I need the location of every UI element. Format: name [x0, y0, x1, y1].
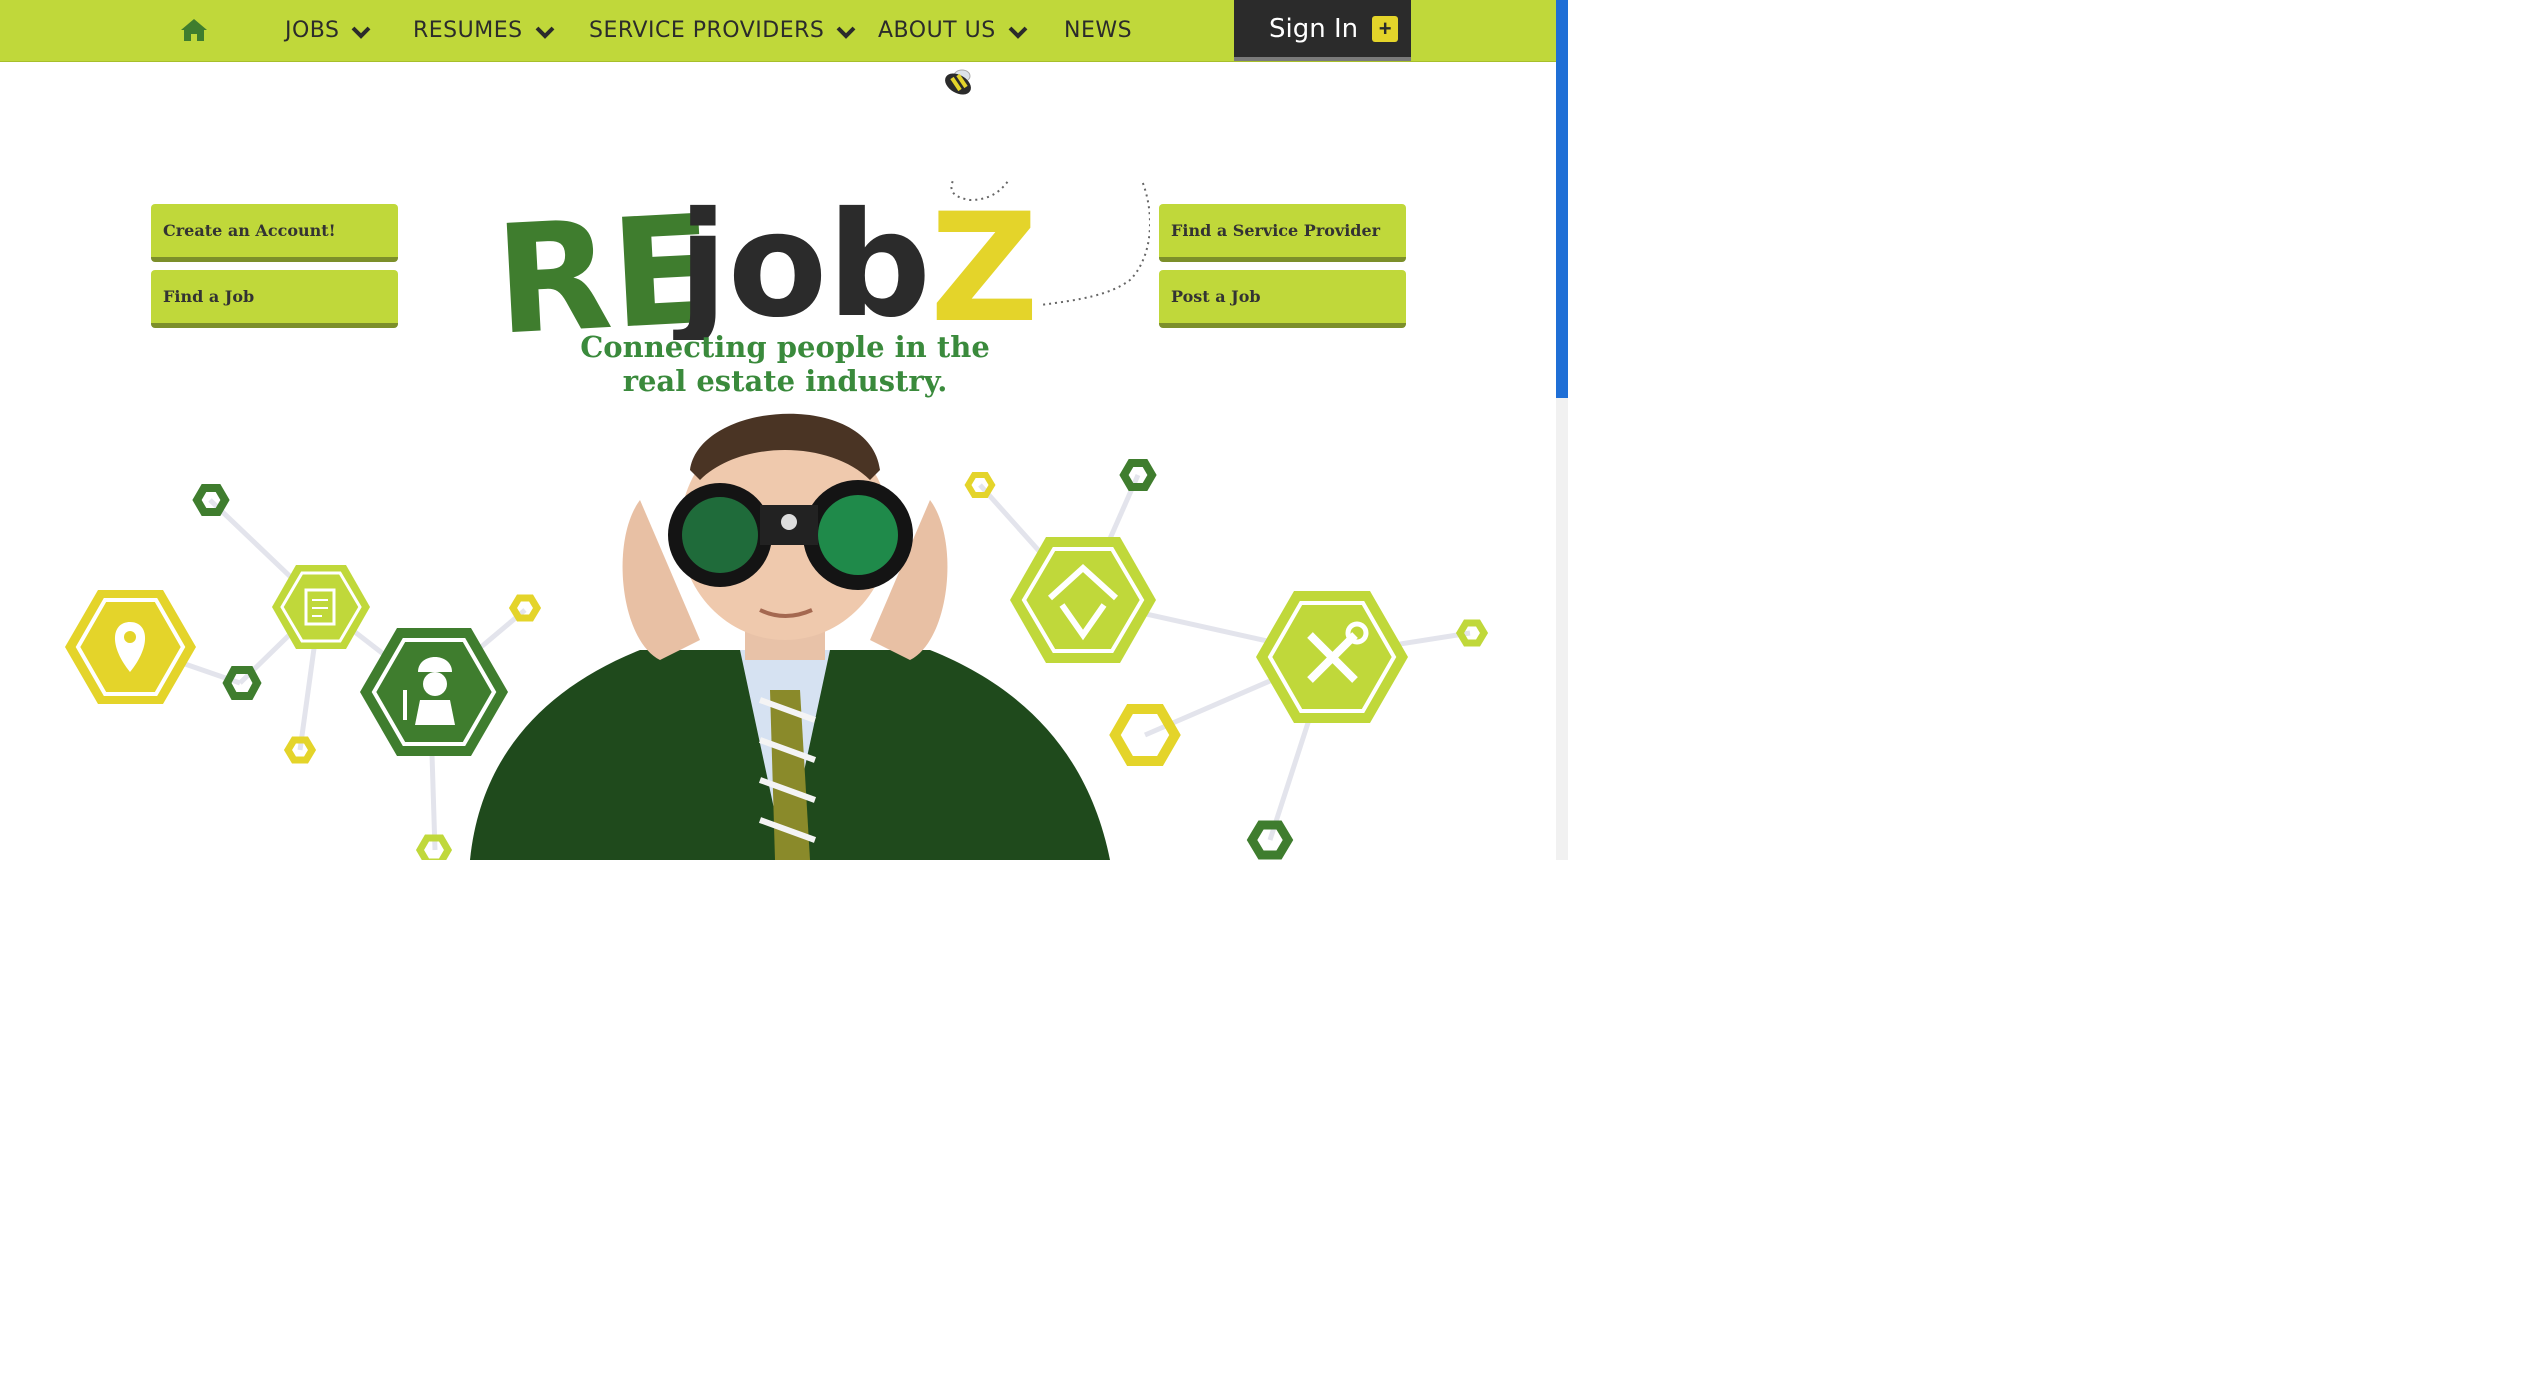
nav-about-us-label: ABOUT US — [878, 18, 996, 43]
man-with-binoculars — [470, 413, 1110, 860]
chevron-down-icon — [1008, 26, 1028, 39]
nav-jobs[interactable]: JOBS — [285, 0, 371, 61]
find-service-provider-button[interactable]: Find a Service Provider — [1159, 204, 1406, 262]
location-pin-icon — [65, 590, 196, 704]
logo-job-text: job — [673, 181, 931, 340]
nav-resumes[interactable]: RESUMES — [413, 0, 555, 61]
nav-about-us[interactable]: ABOUT US — [878, 0, 1028, 61]
create-account-button[interactable]: Create an Account! — [151, 204, 398, 262]
nav-news[interactable]: NEWS — [1064, 0, 1132, 61]
bee-icon — [940, 66, 980, 105]
top-navigation: JOBS RESUMES SERVICE PROVIDERS ABOUT US … — [0, 0, 1556, 62]
tools-icon — [1256, 591, 1408, 723]
scrollbar[interactable] — [1556, 0, 1568, 860]
nav-service-providers-label: SERVICE PROVIDERS — [589, 18, 825, 43]
nav-resumes-label: RESUMES — [413, 18, 523, 43]
tagline-line-2: real estate industry. — [622, 364, 948, 398]
scrollbar-thumb[interactable] — [1556, 0, 1568, 398]
nav-jobs-label: JOBS — [285, 18, 340, 43]
sign-in-label: Sign In — [1269, 13, 1359, 44]
house-icon — [1010, 537, 1156, 663]
home-icon[interactable] — [180, 18, 208, 47]
chevron-down-icon — [352, 26, 371, 39]
find-service-provider-label: Find a Service Provider — [1171, 221, 1381, 240]
construction-worker-icon — [360, 628, 508, 756]
post-job-label: Post a Job — [1171, 287, 1261, 306]
rejobz-logo[interactable]: RE job Z — [490, 84, 1151, 369]
find-job-button[interactable]: Find a Job — [151, 270, 398, 328]
find-job-label: Find a Job — [163, 287, 255, 306]
nav-news-label: NEWS — [1064, 18, 1133, 43]
nav-service-providers[interactable]: SERVICE PROVIDERS — [589, 0, 856, 61]
create-account-label: Create an Account! — [163, 221, 336, 240]
logo-z-text: Z — [930, 182, 1039, 340]
tagline-line-1: Connecting people in the — [580, 330, 990, 364]
chevron-down-icon — [836, 26, 856, 39]
tagline: Connecting people in the real estate ind… — [560, 330, 1010, 398]
sign-in-button[interactable]: Sign In + — [1234, 0, 1411, 61]
hero-illustration — [65, 413, 1489, 860]
chevron-down-icon — [535, 26, 555, 39]
post-job-button[interactable]: Post a Job — [1159, 270, 1406, 328]
plus-icon: + — [1372, 15, 1399, 42]
